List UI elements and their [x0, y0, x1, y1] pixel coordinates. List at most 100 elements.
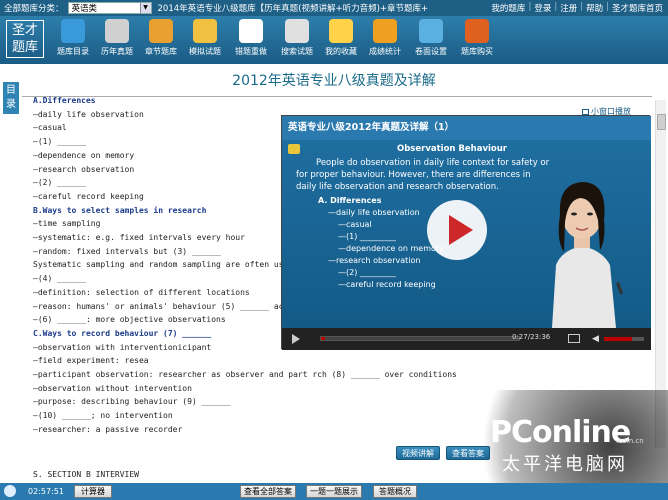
- cart-icon: [465, 19, 489, 43]
- video-time: 0:27/23:36: [512, 333, 551, 341]
- slide-paragraph-line: daily life observation and research obse…: [296, 182, 499, 192]
- play-pause-icon[interactable]: [292, 334, 300, 344]
- section-heading: S. SECTION B INTERVIEW: [33, 470, 139, 479]
- toolbar-button-label: 历年真题: [101, 47, 133, 56]
- star-icon: [329, 19, 353, 43]
- slide-bullet: A. Differences: [318, 196, 382, 205]
- section-title: A.Differences: [33, 96, 96, 105]
- section-title: B.Ways to select samples in research: [33, 205, 207, 215]
- one-per-page-button[interactable]: 一题一题展示: [306, 485, 362, 498]
- category-select[interactable]: 英语类 ▼: [67, 2, 152, 14]
- status-bar: 02:57:51 计算器 查看全部答案 一题一题展示 答题概况: [0, 483, 668, 500]
- content-line: —(6) ______: more objective observations: [33, 315, 226, 325]
- content-line: —researcher: a passive recorder: [33, 424, 183, 434]
- toolbar-button-label: 模拟试题: [189, 47, 221, 56]
- toolbar-button-5[interactable]: 搜索试题: [276, 19, 318, 57]
- logo-text: 圣才题库: [11, 23, 38, 55]
- clock-icon: [4, 485, 16, 497]
- toolbar-button-0[interactable]: 题库目录: [52, 19, 94, 57]
- answer-summary-button[interactable]: 答题概况: [373, 485, 417, 498]
- slide-bullet: —daily life observation: [328, 208, 420, 217]
- content-line: —observation with interventionicipant: [33, 342, 212, 352]
- settings-icon: [419, 19, 443, 43]
- content-line: —(1) ______: [33, 137, 86, 147]
- logo: 圣才题库: [6, 20, 44, 58]
- slide-bullet: —(2) _________: [338, 268, 396, 277]
- product-title: 2014年英语专业八级题库【历年真题(视频讲解+听力音频)+章节题库+: [157, 4, 429, 14]
- video-progress-bar[interactable]: [320, 336, 520, 341]
- toolbar-button-label: 卷面设置: [415, 47, 447, 56]
- video-controls: 0:27/23:36 ◀: [282, 328, 651, 350]
- video-title: 英语专业八级2012年真题及详解（1）: [282, 116, 651, 140]
- content-line: —daily life observation: [33, 109, 144, 119]
- watermark-brand: PConline: [490, 415, 631, 450]
- toolbar-button-7[interactable]: 成绩统计: [364, 19, 406, 57]
- video-explain-button[interactable]: 视频讲解: [396, 446, 440, 460]
- content-line: —systematic: e.g. fixed intervals every …: [33, 233, 245, 242]
- watermark-logo: PConline .com.cn 太平洋电脑网: [480, 390, 668, 483]
- page-title: 2012年英语专业八级真题及详解: [232, 73, 436, 89]
- toolbar-button-4[interactable]: 错题重做: [230, 19, 272, 57]
- toolbar-button-3[interactable]: 模拟试题: [184, 19, 226, 57]
- toolbar-button-9[interactable]: 题库购买: [456, 19, 498, 57]
- section-title: C.Ways to record behaviour (7) ______: [33, 328, 212, 338]
- content-line: —(2) ______: [33, 178, 86, 188]
- category-label: 全部题库分类：: [4, 4, 64, 14]
- video-player[interactable]: 英语专业八级2012年真题及详解（1） Observation Behaviou…: [281, 115, 651, 350]
- video-progress-fill: [321, 337, 325, 340]
- content-line: —reason: humans' or animals' behaviour (…: [33, 301, 289, 311]
- catalog-icon: [61, 19, 85, 43]
- content-line: Systematic sampling and random sampling …: [33, 260, 294, 270]
- link-my-bank[interactable]: 我的题库: [488, 2, 528, 14]
- fullscreen-icon[interactable]: [568, 334, 580, 343]
- toolbar-button-8[interactable]: 卷面设置: [410, 19, 452, 57]
- content-line: —(4) ______: [33, 274, 86, 284]
- app-window: 全部题库分类： 英语类 ▼ 2014年英语专业八级题库【历年真题(视频讲解+听力…: [0, 0, 668, 500]
- chevron-down-icon[interactable]: ▼: [139, 3, 151, 13]
- play-icon[interactable]: [427, 200, 487, 260]
- toolbar-button-label: 错题重做: [235, 47, 267, 56]
- content-line: —observation without intervention: [33, 383, 192, 393]
- slide-heading: Observation Behaviour: [397, 144, 507, 154]
- slide-bullet: —(1) _________: [338, 232, 396, 241]
- category-select-value: 英语类: [71, 4, 98, 14]
- search-icon: [285, 19, 309, 43]
- top-bar: 全部题库分类： 英语类 ▼ 2014年英语专业八级题库【历年真题(视频讲解+听力…: [0, 0, 668, 16]
- video-frame[interactable]: Observation Behaviour People do observat…: [282, 140, 651, 328]
- main-toolbar: 圣才题库 题库目录 历年真题 章节题库 模拟试题 错题重做 搜索试题 我的收藏 成绩统计 卷面设…: [0, 16, 668, 64]
- slide-paragraph-line: for proper behaviour. However, there are…: [296, 170, 531, 180]
- watermark-domain: .com.cn: [616, 437, 644, 445]
- toolbar-button-1[interactable]: 历年真题: [96, 19, 138, 57]
- toolbar-button-6[interactable]: 我的收藏: [320, 19, 362, 57]
- slide-bullet: —casual: [338, 220, 372, 229]
- slide-bullet: —careful record keeping: [338, 280, 436, 289]
- toolbar-button-label: 我的收藏: [325, 47, 357, 56]
- link-register[interactable]: 注册: [557, 2, 580, 14]
- top-links: 我的题库 | 登录 | 注册 | 帮助 | 圣才题库首页: [488, 2, 668, 14]
- content-line: —definition: selection of different loca…: [33, 287, 250, 297]
- toolbar-button-2[interactable]: 章节题库: [140, 19, 182, 57]
- slide-paragraph-line: People do observation in daily life cont…: [316, 158, 550, 168]
- link-help[interactable]: 帮助: [583, 2, 606, 14]
- calculator-button[interactable]: 计算器: [74, 485, 112, 498]
- content-line: —casual: [33, 123, 67, 133]
- toolbar-button-label: 题库购买: [461, 47, 493, 56]
- content-line: —time sampling: [33, 219, 101, 229]
- small-window-icon: [582, 108, 589, 115]
- content-line: —research observation: [33, 164, 135, 174]
- content-line: —purpose: describing behaviour (9) _____…: [33, 397, 231, 407]
- volume-level: [604, 337, 632, 341]
- content-line: —(10) ______; no intervention: [33, 411, 173, 421]
- toolbar-button-label: 成绩统计: [369, 47, 401, 56]
- scrollbar-thumb[interactable]: [657, 114, 666, 130]
- link-login[interactable]: 登录: [531, 2, 554, 14]
- show-all-answers-button[interactable]: 查看全部答案: [240, 485, 296, 498]
- slide-logo: [288, 144, 300, 154]
- content-line: —dependence on memory: [33, 150, 135, 160]
- chapter-icon: [149, 19, 173, 43]
- volume-icon[interactable]: ◀: [592, 334, 599, 344]
- lecturer-image: [552, 182, 623, 328]
- volume-slider[interactable]: [604, 337, 644, 341]
- catalog-side-tab[interactable]: 目录: [3, 82, 19, 114]
- link-home[interactable]: 圣才题库首页: [609, 2, 666, 14]
